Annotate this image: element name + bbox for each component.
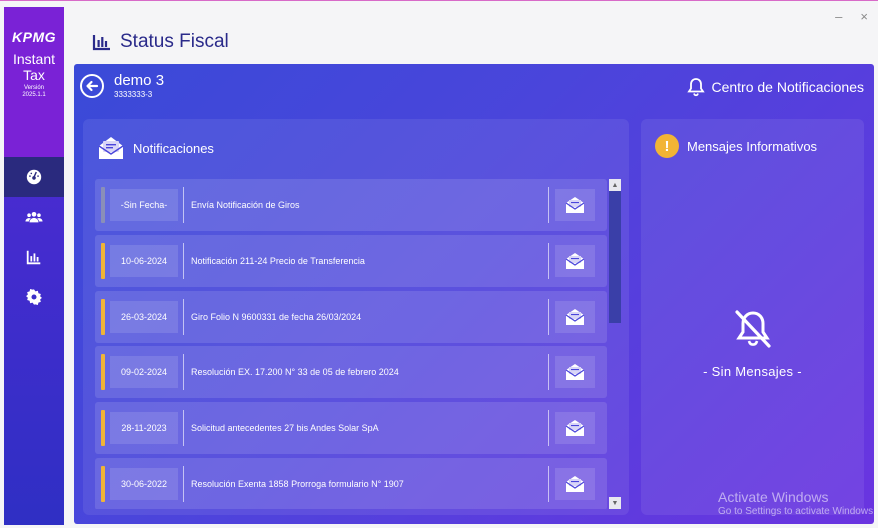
warning-icon: !	[655, 134, 679, 158]
sidebar-item-users[interactable]	[4, 197, 64, 237]
divider	[183, 354, 184, 391]
notification-date: 26-03-2024	[110, 300, 178, 333]
close-button[interactable]: ×	[860, 9, 868, 24]
divider	[183, 410, 184, 447]
divider	[548, 187, 549, 223]
notification-date: 30-06-2022	[110, 467, 178, 500]
dashboard-icon	[26, 169, 42, 185]
status-bar	[101, 354, 105, 391]
chart-icon	[26, 250, 41, 265]
messages-title: Mensajes Informativos	[687, 138, 818, 154]
bell-icon	[687, 78, 706, 97]
open-notification-button[interactable]	[555, 189, 595, 221]
notifications-card: Notificaciones -Sin Fecha- Envía Notifica…	[83, 119, 629, 515]
watermark-line1: Activate Windows	[718, 489, 829, 505]
brand-panel: KPMG Instant Tax Versión 2025.1.1	[4, 7, 64, 157]
notification-description: Resolución Exenta 1858 Prorroga formular…	[191, 478, 404, 489]
bar-chart-icon	[92, 35, 110, 51]
app-name-line2: Tax	[23, 67, 45, 83]
mail-open-icon	[565, 475, 585, 492]
mail-open-icon	[565, 308, 585, 325]
open-notification-button[interactable]	[555, 300, 595, 333]
arrow-left-icon	[86, 80, 99, 92]
notification-description: Solicitud antecedentes 27 bis Andes Sola…	[191, 423, 379, 434]
scroll-thumb[interactable]	[609, 191, 621, 323]
open-notification-button[interactable]	[555, 467, 595, 500]
company-name: demo 3	[114, 72, 165, 89]
bell-off-icon	[734, 310, 771, 348]
watermark-line2: Go to Settings to activate Windows.	[718, 506, 876, 517]
version-label: Versión	[23, 85, 44, 91]
notifications-title: Notificaciones	[133, 140, 214, 156]
notification-row[interactable]: 26-03-2024 Giro Folio N 9600331 de fecha …	[95, 290, 607, 343]
empty-messages-text: - Sin Mensajes -	[703, 364, 802, 379]
notification-center-label: Centro de Notificaciones	[711, 79, 864, 95]
mail-open-icon	[565, 364, 585, 381]
notification-date: 28-11-2023	[110, 412, 178, 445]
company-info: demo 3 3333333-3	[114, 72, 164, 99]
divider	[548, 410, 549, 447]
status-bar	[101, 410, 105, 447]
notification-row[interactable]: 30-06-2022 Resolución Exenta 1858 Prorrog…	[95, 457, 607, 509]
messages-header: ! Mensajes Informativos	[655, 134, 817, 158]
status-bar	[101, 242, 105, 279]
app-name-line1: Instant	[12, 51, 56, 67]
mail-open-icon	[98, 137, 124, 159]
company-rut: 3333333-3	[114, 90, 153, 99]
sidebar-item-dashboard[interactable]	[4, 157, 64, 197]
notification-row[interactable]: 09-02-2024 Resolución EX. 17.200 N° 33 de…	[95, 346, 607, 399]
mail-open-icon	[565, 197, 585, 213]
sidebar-item-reports[interactable]	[4, 237, 64, 277]
kpmg-logo: KPMG	[12, 29, 56, 45]
back-button[interactable]	[80, 74, 104, 98]
status-bar	[101, 465, 105, 502]
notification-row[interactable]: 28-11-2023 Solicitud antecedentes 27 bis …	[95, 402, 607, 455]
notification-description: Resolución EX. 17.200 N° 33 de 05 de feb…	[191, 367, 399, 378]
messages-card: ! Mensajes Informativos - Sin Mensajes -	[641, 119, 864, 515]
notification-description: Envía Notificación de Giros	[191, 200, 300, 210]
page-header: Status Fiscal	[92, 31, 229, 53]
app-window: – × KPMG Instant Tax Versión 2025.1.1 St…	[0, 0, 878, 528]
notification-description: Giro Folio N 9600331 de fecha 26/03/2024	[191, 311, 362, 322]
divider	[183, 242, 184, 279]
notifications-scrollbar[interactable]: ▲ ▼	[609, 179, 621, 509]
notification-row[interactable]: -Sin Fecha- Envía Notificación de Giros	[95, 179, 607, 231]
empty-messages: - Sin Mensajes -	[641, 309, 864, 379]
notification-date: 09-02-2024	[110, 356, 178, 389]
scroll-down-button[interactable]: ▼	[609, 497, 621, 509]
status-bar	[101, 298, 105, 335]
notifications-list: -Sin Fecha- Envía Notificación de Giros 10…	[95, 179, 607, 509]
notification-description: Notificación 211-24 Precio de Transferen…	[191, 255, 365, 266]
divider	[183, 187, 184, 223]
divider	[183, 298, 184, 335]
open-notification-button[interactable]	[555, 412, 595, 445]
mail-open-icon	[565, 420, 585, 437]
page-title: Status Fiscal	[120, 31, 229, 52]
sidebar: KPMG Instant Tax Versión 2025.1.1	[4, 7, 64, 525]
divider	[548, 354, 549, 391]
divider	[183, 465, 184, 502]
divider	[548, 298, 549, 335]
users-icon	[25, 211, 43, 223]
open-notification-button[interactable]	[555, 356, 595, 389]
status-bar	[101, 187, 105, 223]
open-notification-button[interactable]	[555, 244, 595, 277]
notifications-header: Notificaciones	[97, 135, 214, 161]
mail-open-icon	[565, 252, 585, 269]
window-controls: – ×	[835, 9, 868, 24]
notification-row[interactable]: 10-06-2024 Notificación 211-24 Precio de …	[95, 234, 607, 287]
notification-center-button[interactable]: Centro de Notificaciones	[687, 77, 864, 97]
sidebar-item-settings[interactable]	[4, 277, 64, 317]
gear-icon	[26, 288, 42, 306]
notification-date: -Sin Fecha-	[110, 189, 178, 221]
minimize-button[interactable]: –	[835, 9, 842, 24]
activate-windows-watermark: Activate Windows Go to Settings to activ…	[718, 489, 876, 517]
divider	[548, 465, 549, 502]
notification-date: 10-06-2024	[110, 244, 178, 277]
divider	[548, 242, 549, 279]
main-panel: demo 3 3333333-3 Centro de Notificacione…	[74, 64, 874, 524]
version-number: 2025.1.1	[22, 92, 46, 98]
scroll-up-button[interactable]: ▲	[609, 179, 621, 191]
